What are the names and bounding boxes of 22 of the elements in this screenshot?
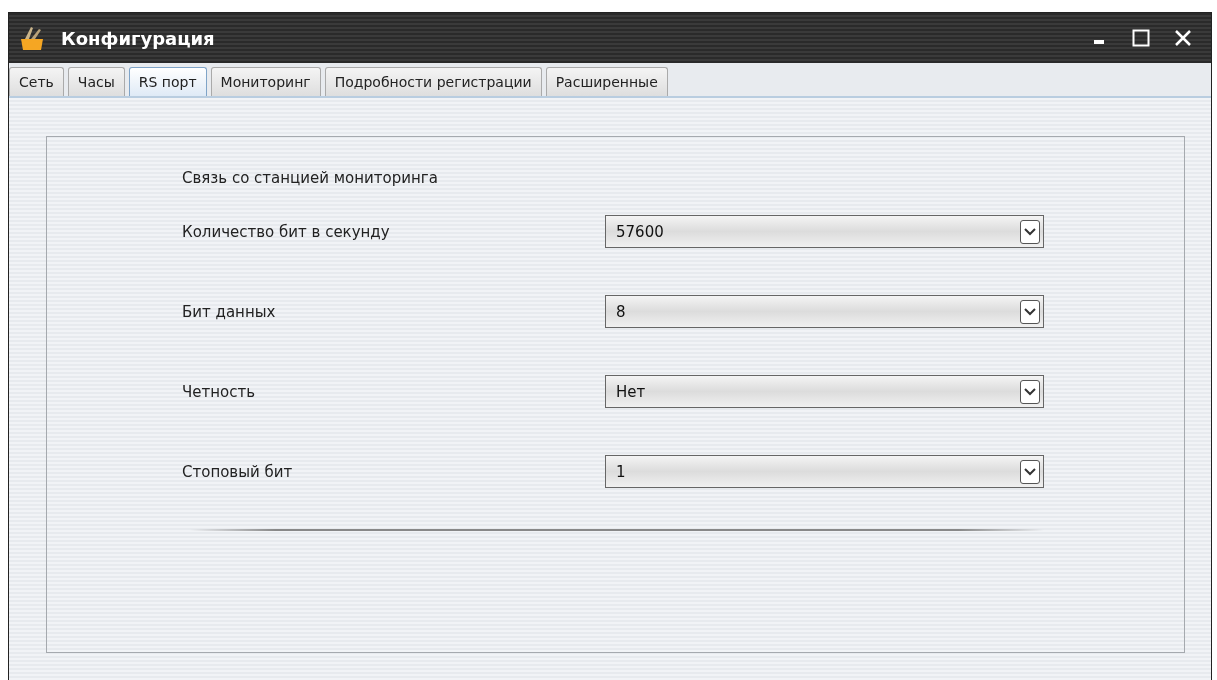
chevron-down-icon [1020, 219, 1040, 244]
chevron-down-icon [1020, 299, 1040, 324]
field-label: Стоповый бит [182, 462, 294, 481]
tab[interactable]: Мониторинг [210, 67, 321, 96]
tab[interactable]: Сеть [9, 67, 64, 96]
tab[interactable]: Подробности регистрации [324, 67, 542, 96]
field-label: Бит данных [182, 302, 277, 321]
tab[interactable]: Расширенные [545, 67, 668, 96]
dropdown[interactable]: 1 [605, 455, 1044, 488]
dropdown[interactable]: 8 [605, 295, 1044, 328]
field-label: Четность [182, 382, 257, 401]
chevron-down-icon [1020, 379, 1040, 404]
close-icon[interactable] [1174, 29, 1192, 47]
window-title: Конфигурация [61, 27, 216, 49]
section-title: Связь со станцией мониторинга [182, 169, 439, 187]
maximize-icon[interactable] [1132, 29, 1150, 47]
field-label: Количество бит в секунду [182, 222, 391, 241]
dropdown[interactable]: 57600 [605, 215, 1044, 248]
chevron-down-icon [1020, 459, 1040, 484]
tab[interactable]: RS порт [128, 67, 207, 96]
dropdown[interactable]: Нет [605, 375, 1044, 408]
tab[interactable]: Часы [67, 67, 125, 96]
